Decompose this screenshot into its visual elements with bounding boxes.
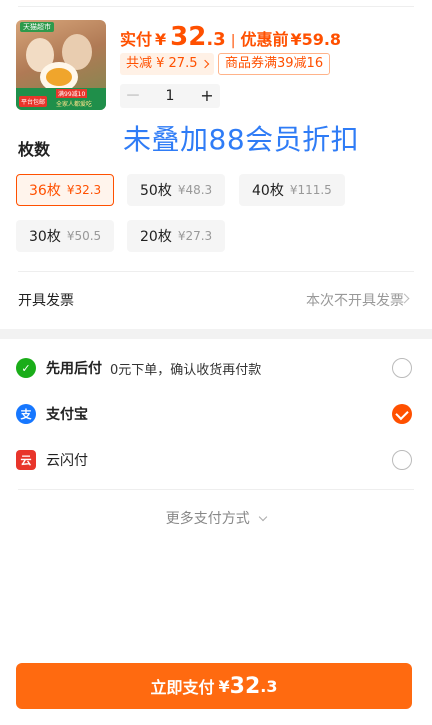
- currency-symbol: ¥: [155, 30, 167, 49]
- spec-option-price: ¥32.3: [66, 183, 102, 197]
- spec-section-title: 枚数: [18, 140, 51, 159]
- divider: [18, 489, 414, 490]
- payment-method-afterpay[interactable]: ✓ 先用后付 0元下单，确认收货再付款: [16, 353, 412, 383]
- spec-option-price: ¥27.3: [177, 229, 213, 243]
- currency-symbol: ¥: [218, 676, 230, 696]
- spec-option-price: ¥48.3: [177, 183, 213, 197]
- payment-method-name: 先用后付: [46, 361, 102, 377]
- discount-detail-button[interactable]: 共减 ¥ 27.5: [120, 53, 215, 75]
- decrease-quantity-button[interactable]: －: [120, 84, 146, 108]
- actual-pay-label: 实付: [120, 30, 153, 49]
- spec-option[interactable]: 40枚 ¥111.5: [239, 174, 345, 206]
- afterpay-icon: ✓: [16, 358, 36, 378]
- egg-shape: [26, 38, 54, 72]
- spec-option-price: ¥50.5: [66, 229, 102, 243]
- radio-button[interactable]: [392, 450, 412, 470]
- egg-product-image: 天猫超市 平台包邮 满99减10 全家人都爱吃: [16, 20, 106, 110]
- top-divider: [18, 6, 414, 7]
- original-price-value: ¥59.8: [290, 30, 342, 49]
- price-separator: |: [230, 33, 236, 49]
- section-separator: [0, 329, 432, 339]
- coupon-tag: 商品券满39减16: [218, 53, 331, 75]
- thumb-store-tag: 天猫超市: [20, 22, 54, 32]
- egg-shape: [62, 34, 92, 70]
- spec-option-label: 20枚: [140, 229, 172, 245]
- quantity-value[interactable]: 1: [146, 84, 194, 108]
- more-payment-methods-button[interactable]: 更多支付方式: [0, 508, 432, 528]
- payment-method-alipay[interactable]: 支 支付宝: [16, 399, 412, 429]
- increase-quantity-button[interactable]: +: [194, 84, 220, 108]
- price-decimal: .3: [206, 29, 226, 50]
- price-integer: 32: [170, 22, 207, 52]
- payment-method-desc: 0元下单，确认收货再付款: [110, 362, 262, 378]
- invoice-label: 开具发票: [18, 293, 74, 309]
- spec-option[interactable]: 50枚 ¥48.3: [127, 174, 226, 206]
- thumb-badge: 平台包邮: [19, 96, 48, 107]
- thumb-slogan: 全家人都爱吃: [56, 101, 93, 108]
- pay-amount-decimal: .3: [260, 676, 278, 696]
- discount-text: 共减 ¥ 27.5: [126, 56, 198, 71]
- spec-option-label: 30枚: [29, 229, 61, 245]
- member-discount-note: 未叠加88会员折扣: [123, 123, 360, 156]
- pay-now-button[interactable]: 立即支付 ¥ 32 .3: [16, 663, 412, 709]
- original-price-label: 优惠前: [240, 30, 289, 49]
- egg-yolk: [46, 68, 72, 86]
- spec-option-price: ¥111.5: [289, 183, 332, 197]
- chevron-down-icon: [258, 512, 268, 522]
- spec-option-label: 40枚: [252, 183, 284, 199]
- payment-method-name: 支付宝: [46, 407, 88, 423]
- chevron-right-icon: [201, 59, 210, 69]
- spec-option-label: 50枚: [140, 183, 172, 199]
- quantity-stepper: － 1 +: [120, 84, 220, 108]
- payment-method-name: 云闪付: [46, 453, 88, 469]
- spec-option-label: 36枚: [29, 183, 61, 199]
- pay-now-label: 立即支付: [150, 678, 215, 697]
- pay-amount-integer: 32: [229, 673, 261, 699]
- price-row: 实付 ¥ 32 .3 | 优惠前 ¥59.8: [120, 22, 341, 52]
- payment-method-unionpay[interactable]: 云 云闪付: [16, 445, 412, 475]
- more-payment-label: 更多支付方式: [165, 511, 250, 527]
- spec-option[interactable]: 30枚 ¥50.5: [16, 220, 115, 252]
- alipay-icon: 支: [16, 404, 36, 424]
- unionpay-icon: 云: [16, 450, 36, 470]
- thumb-promo: 满99减10: [56, 89, 88, 98]
- divider: [18, 271, 414, 272]
- radio-button[interactable]: [392, 358, 412, 378]
- radio-button-checked[interactable]: [392, 404, 412, 424]
- invoice-option-button[interactable]: 本次不开具发票: [306, 290, 404, 310]
- spec-option[interactable]: 20枚 ¥27.3: [127, 220, 226, 252]
- spec-option[interactable]: 36枚 ¥32.3: [16, 174, 115, 206]
